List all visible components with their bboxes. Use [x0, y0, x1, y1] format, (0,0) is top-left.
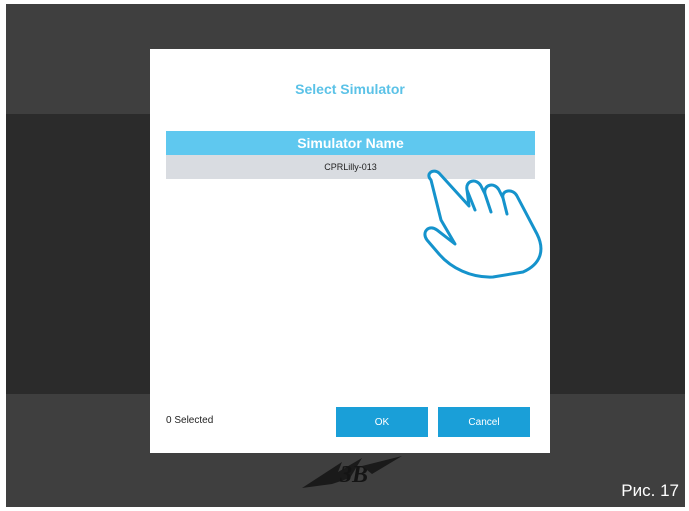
selected-count: 0 Selected [166, 415, 214, 426]
dialog-title: Select Simulator [295, 81, 405, 97]
ok-button[interactable]: OK [336, 407, 428, 437]
select-simulator-dialog: Select Simulator Simulator Name CPRLilly… [150, 49, 550, 453]
table-row[interactable]: CPRLilly-013 [166, 155, 535, 179]
simulator-table: Simulator Name CPRLilly-013 [166, 131, 535, 179]
cancel-button[interactable]: Cancel [438, 407, 530, 437]
column-header-simulator-name: Simulator Name [166, 131, 535, 155]
app-screen: 3B Select Simulator Simulator Name CPRLi… [6, 4, 685, 507]
brand-logo: 3B [302, 456, 402, 488]
figure-label: Рис. 17 [621, 481, 679, 500]
